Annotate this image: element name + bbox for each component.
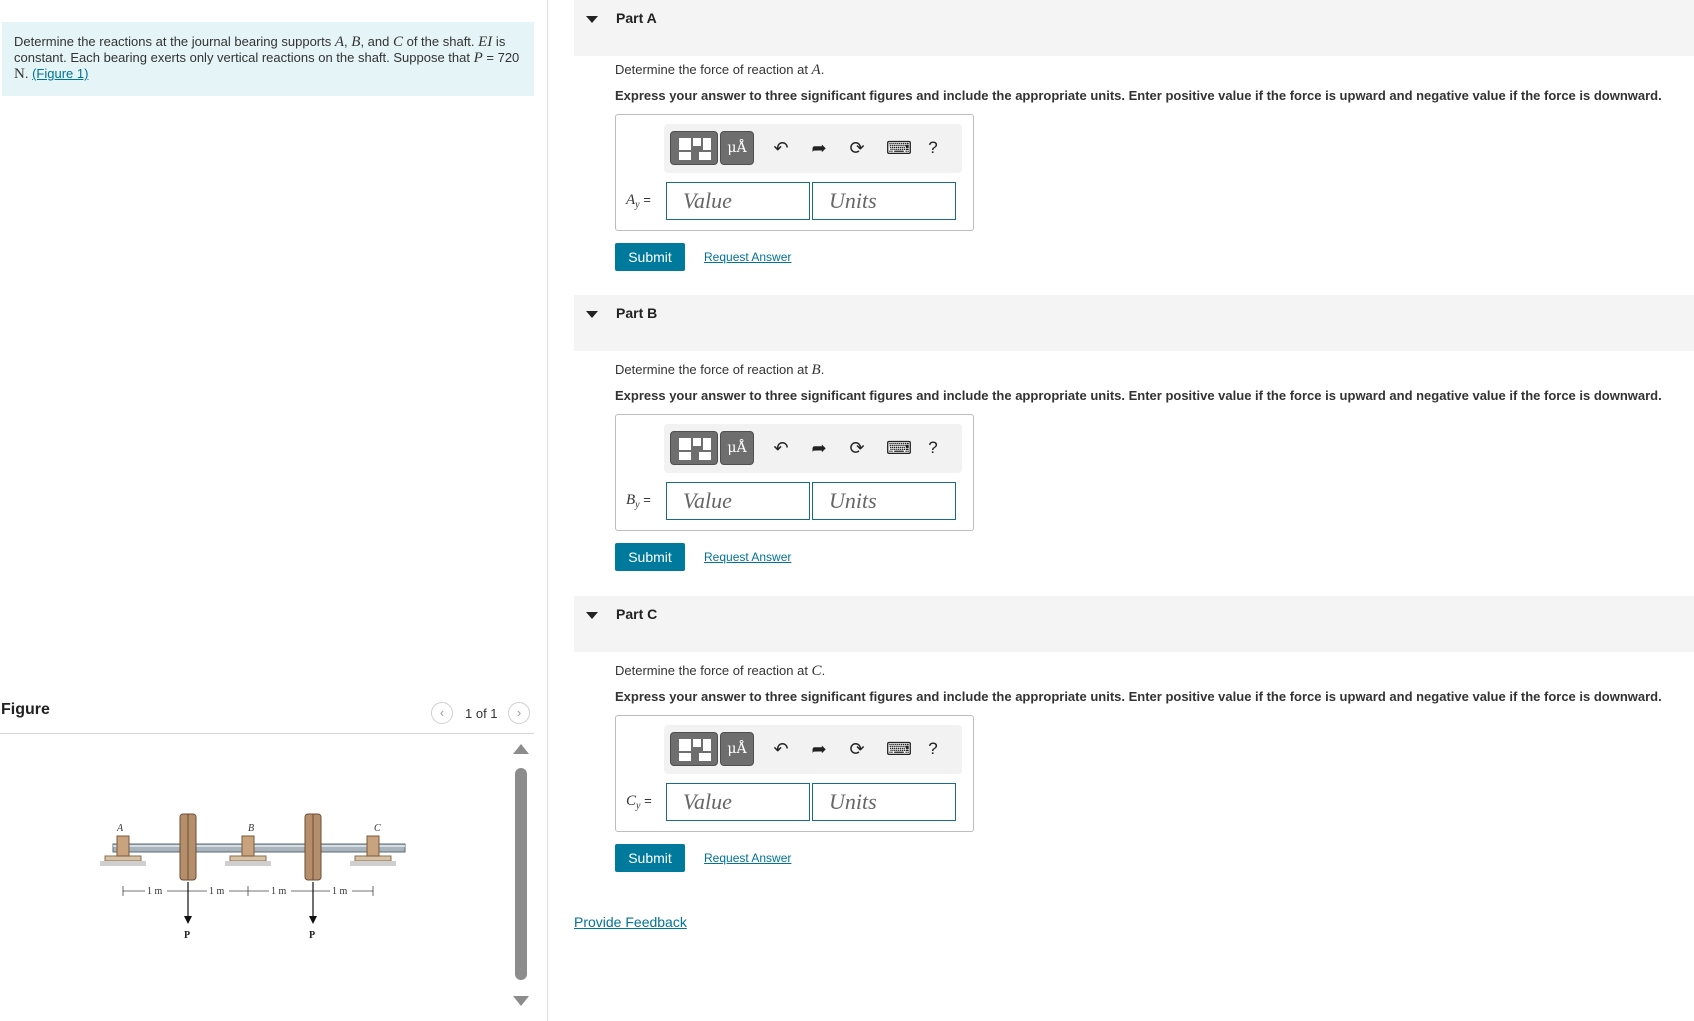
undo-icon[interactable]: ↶	[768, 435, 794, 461]
value-input[interactable]	[666, 482, 810, 520]
keyboard-icon[interactable]: ⌨	[886, 435, 912, 461]
part-b-answer-box: μÅ ↶ ➦ ⟳ ⌨ ? By =	[615, 414, 974, 531]
part-c-header[interactable]: Part C	[574, 596, 1694, 652]
units-icon[interactable]: μÅ	[720, 431, 754, 465]
part-a-header[interactable]: Part A	[574, 0, 1694, 56]
answer-variable-label: Ay =	[626, 192, 651, 211]
caret-down-icon[interactable]	[586, 612, 598, 619]
submit-button[interactable]: Submit	[615, 543, 685, 571]
keyboard-icon[interactable]: ⌨	[886, 736, 912, 762]
request-answer-link[interactable]: Request Answer	[704, 550, 791, 564]
templates-icon[interactable]	[670, 431, 718, 465]
part-c-answer-box: μÅ ↶ ➦ ⟳ ⌨ ? Cy =	[615, 715, 974, 832]
math-toolbar: μÅ ↶ ➦ ⟳ ⌨ ?	[664, 124, 962, 173]
problem-text: of the shaft.	[402, 34, 479, 49]
dim-label-1: 1 m	[147, 886, 163, 897]
part-b-question: Determine the force of reaction at B.	[615, 362, 825, 378]
var-c: C	[811, 663, 822, 679]
math-toolbar: μÅ ↶ ➦ ⟳ ⌨ ?	[664, 725, 962, 774]
part-a-instructions: Express your answer to three significant…	[615, 88, 1662, 103]
part-c-instructions: Express your answer to three significant…	[615, 689, 1662, 704]
chevron-right-icon[interactable]: ›	[508, 702, 530, 724]
math-toolbar: μÅ ↶ ➦ ⟳ ⌨ ?	[664, 424, 962, 473]
scroll-up-arrow-icon[interactable]	[513, 744, 529, 754]
caret-down-icon[interactable]	[586, 16, 598, 23]
problem-text: , and	[360, 34, 393, 49]
dim-label-3: 1 m	[271, 886, 287, 897]
label-a: A	[116, 823, 124, 834]
var-c: C	[392, 34, 403, 50]
help-icon[interactable]: ?	[920, 435, 946, 461]
left-panel: Determine the reactions at the journal b…	[0, 0, 548, 1021]
part-b-title: Part B	[616, 305, 658, 321]
chevron-left-icon[interactable]: ‹	[431, 702, 453, 724]
templates-icon[interactable]	[670, 131, 718, 165]
shaft	[112, 843, 406, 853]
units-input[interactable]	[812, 783, 956, 821]
label-b: B	[248, 823, 254, 834]
figure-link[interactable]: (Figure 1)	[32, 66, 88, 81]
dim-label-2: 1 m	[209, 886, 225, 897]
request-answer-link[interactable]: Request Answer	[704, 851, 791, 865]
load-label-1: P	[184, 930, 190, 941]
answer-variable-label: Cy =	[626, 793, 652, 812]
units-icon[interactable]: μÅ	[720, 732, 754, 766]
figure-scrollbar[interactable]	[510, 744, 532, 1014]
value-input[interactable]	[666, 783, 810, 821]
var-ei: EI	[478, 34, 493, 50]
request-answer-link[interactable]: Request Answer	[704, 250, 791, 264]
dim-label-4: 1 m	[332, 886, 348, 897]
unit-n: N	[14, 66, 25, 82]
part-c-question: Determine the force of reaction at C.	[615, 663, 826, 679]
help-icon[interactable]: ?	[920, 135, 946, 161]
pulley-2	[304, 813, 322, 881]
var-p: P	[473, 50, 483, 66]
load-label-2: P	[309, 930, 315, 941]
problem-text: = 720	[482, 50, 520, 65]
figure-title: Figure	[1, 701, 50, 718]
panel-divider	[547, 0, 548, 1021]
submit-button[interactable]: Submit	[615, 243, 685, 271]
part-a-title: Part A	[616, 10, 657, 26]
provide-feedback-link[interactable]: Provide Feedback	[574, 914, 687, 930]
var-a: A	[811, 62, 821, 78]
problem-text: .	[24, 66, 33, 81]
units-input[interactable]	[812, 482, 956, 520]
templates-icon[interactable]	[670, 732, 718, 766]
reset-icon[interactable]: ⟳	[844, 435, 870, 461]
pulley-1	[179, 813, 197, 881]
problem-text: Determine the reactions at the journal b…	[14, 34, 335, 49]
figure-counter: 1 of 1	[465, 706, 498, 721]
reset-icon[interactable]: ⟳	[844, 736, 870, 762]
part-b-header[interactable]: Part B	[574, 295, 1694, 351]
units-icon[interactable]: μÅ	[720, 131, 754, 165]
undo-icon[interactable]: ↶	[768, 736, 794, 762]
var-b: B	[811, 362, 821, 378]
keyboard-icon[interactable]: ⌨	[886, 135, 912, 161]
undo-icon[interactable]: ↶	[768, 135, 794, 161]
label-c: C	[374, 823, 381, 834]
part-a-question: Determine the force of reaction at A.	[615, 62, 825, 78]
help-icon[interactable]: ?	[920, 736, 946, 762]
scroll-thumb[interactable]	[515, 768, 527, 980]
answer-variable-label: By =	[626, 492, 651, 511]
submit-button[interactable]: Submit	[615, 844, 685, 872]
units-input[interactable]	[812, 182, 956, 220]
var-a: A	[334, 34, 345, 50]
part-c-title: Part C	[616, 606, 658, 622]
caret-down-icon[interactable]	[586, 311, 598, 318]
part-a-answer-box: μÅ ↶ ➦ ⟳ ⌨ ? Ay =	[615, 114, 974, 231]
shaft-figure: A B C 1 m 1 m 1 m 1 m P P	[100, 813, 406, 941]
figure-header: Figure ‹ 1 of 1 ›	[0, 698, 534, 734]
redo-icon[interactable]: ➦	[806, 736, 832, 762]
problem-statement: Determine the reactions at the journal b…	[2, 22, 534, 96]
part-b-instructions: Express your answer to three significant…	[615, 388, 1662, 403]
reset-icon[interactable]: ⟳	[844, 135, 870, 161]
value-input[interactable]	[666, 182, 810, 220]
redo-icon[interactable]: ➦	[806, 135, 832, 161]
redo-icon[interactable]: ➦	[806, 435, 832, 461]
scroll-down-arrow-icon[interactable]	[513, 996, 529, 1006]
